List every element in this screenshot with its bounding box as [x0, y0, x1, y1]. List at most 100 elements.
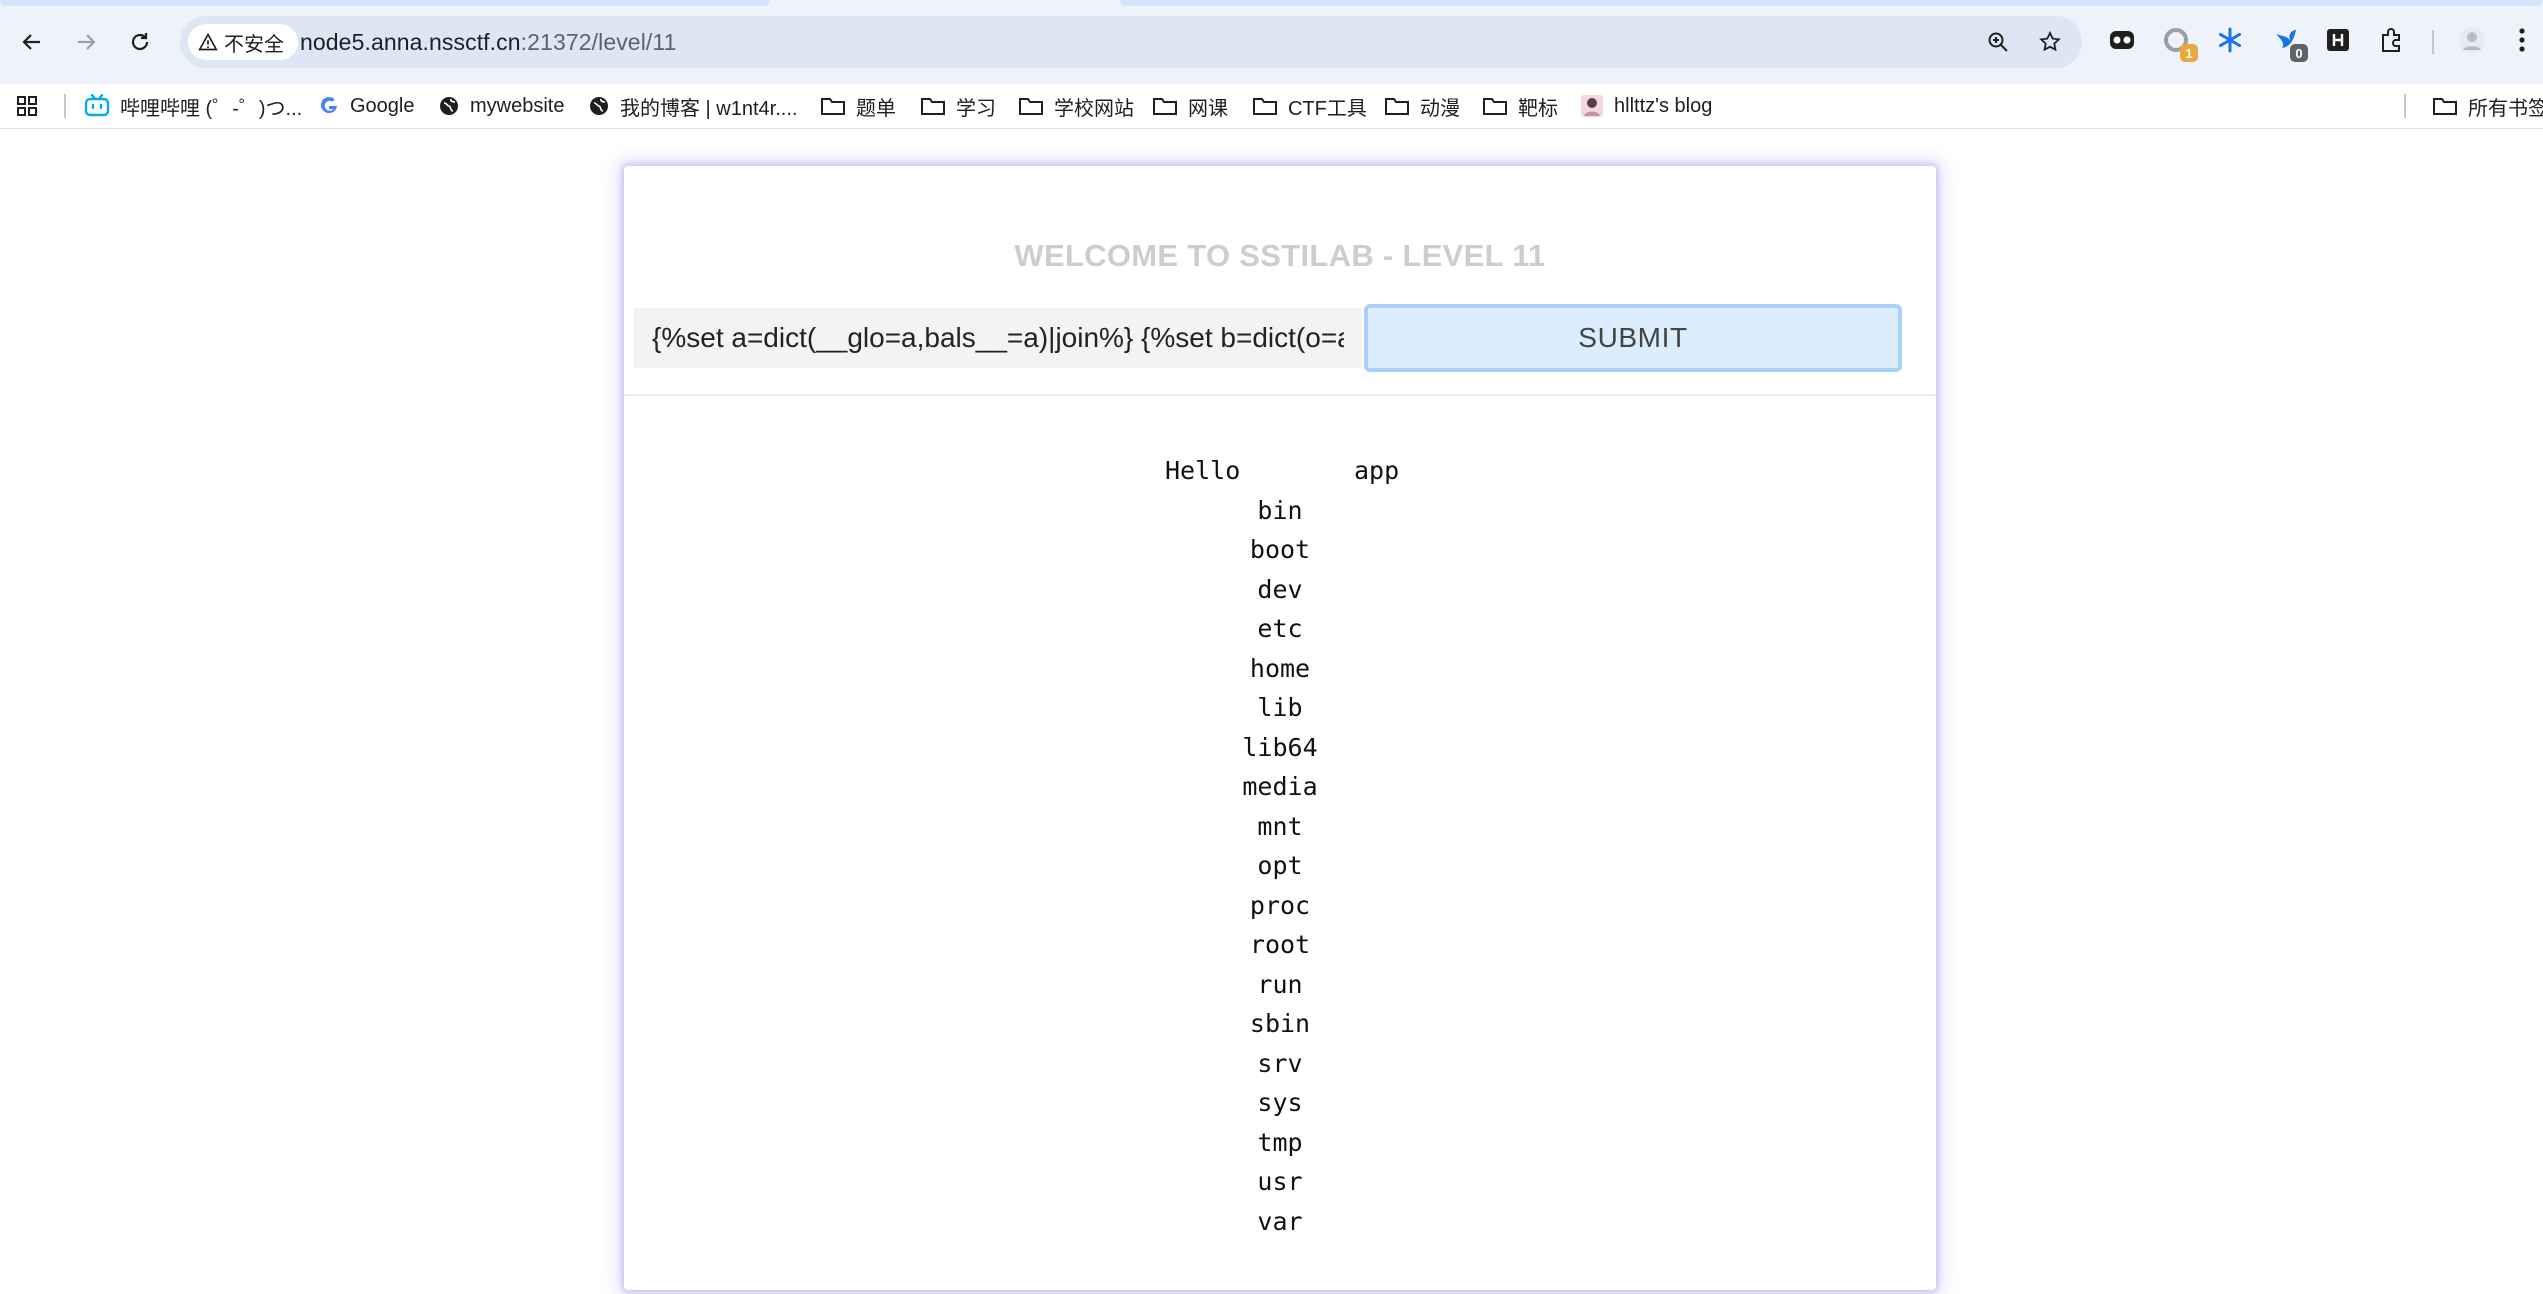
extension-button[interactable] [2322, 24, 2354, 56]
security-chip[interactable]: 不安全 [188, 24, 298, 60]
folder-icon [1253, 98, 1277, 115]
bookmark-folder-xuexi[interactable]: 学习 [920, 84, 996, 128]
bookmark-label: 题单 [856, 97, 896, 120]
extension-badge: 0 [2290, 44, 2308, 62]
output-line: sbin [1249, 1009, 1311, 1038]
bookmark-label: CTF工具 [1288, 97, 1367, 120]
bookmark-label: 学习 [956, 97, 996, 120]
bookmark-label: 动漫 [1420, 97, 1460, 120]
extension-h-icon [2327, 29, 2349, 51]
output-line: etc [1257, 614, 1303, 643]
folder-icon [921, 98, 945, 115]
zoom-icon [1988, 32, 2008, 52]
bookmark-label: Google [350, 94, 415, 117]
all-bookmarks-label: 所有书签 [2468, 97, 2543, 120]
bookmark-label: 学校网站 [1054, 97, 1134, 120]
bookmark-folder-anime[interactable]: 动漫 [1384, 84, 1460, 128]
warning-icon [198, 32, 218, 51]
arrow-right-icon [78, 34, 96, 50]
folder-icon [1385, 98, 1409, 115]
chrome-menu-button[interactable] [2510, 24, 2534, 56]
bookmark-folder-ctf-tools[interactable]: CTF工具 [1252, 84, 1367, 128]
bookmark-label: mywebsite [470, 94, 565, 117]
bookmarks-separator [64, 94, 66, 118]
tab-strip-edge [0, 0, 770, 6]
output-line: mnt [1257, 811, 1303, 841]
extension-button[interactable]: 1 [2160, 24, 2198, 62]
output-line: var [1257, 1206, 1303, 1236]
bilibili-icon [84, 94, 110, 117]
output-line: run [1257, 969, 1303, 999]
toolbar-separator [2432, 30, 2434, 54]
sstilab-card: WELCOME TO SSTILAB - LEVEL 11 SUBMIT Hel… [624, 166, 1936, 1290]
output-line: app [1354, 456, 1400, 485]
globe-icon [440, 97, 458, 115]
output-line: boot [1249, 535, 1311, 564]
output-line: home [1249, 653, 1311, 683]
profile-button[interactable] [2456, 24, 2488, 56]
url-text[interactable]: node5.anna.nssctf.cn:21372/level/11 [300, 16, 676, 68]
folder-icon [1483, 98, 1507, 115]
bookmark-label: 哔哩哔哩 (゜-゜)つ... [120, 97, 303, 120]
all-bookmarks-folder[interactable]: 所有书签 [2432, 84, 2543, 128]
kebab-menu-icon [2519, 28, 2525, 52]
url-host: node5.anna.nssctf.cn [300, 29, 521, 55]
output-line: bin [1257, 495, 1303, 525]
puzzle-icon [2382, 28, 2400, 52]
extension-button[interactable] [2214, 24, 2246, 56]
bookmark-star-button[interactable] [2036, 28, 2064, 56]
output-line: srv [1257, 1048, 1303, 1078]
bookmarks-bar: 哔哩哔哩 (゜-゜)つ... Google mywebsite 我的博客 | w… [0, 84, 2543, 129]
url-path: :21372/level/11 [520, 29, 677, 55]
bookmark-my-blog[interactable]: 我的博客 | w1nt4r.... [588, 84, 797, 128]
bookmark-hllttz-blog[interactable]: hllttz's blog [1580, 84, 1712, 128]
bookmark-bilibili[interactable]: 哔哩哔哩 (゜-゜)つ... [84, 84, 302, 128]
folder-icon [1153, 98, 1177, 115]
arrow-left-icon [22, 34, 40, 50]
back-button[interactable] [12, 22, 52, 62]
forward-button[interactable] [66, 22, 106, 62]
bookmark-label: 网课 [1188, 97, 1228, 120]
folder-icon [1019, 98, 1043, 115]
bookmark-folder-wangke[interactable]: 网课 [1152, 84, 1228, 128]
bookmark-label: 我的博客 | w1nt4r.... [620, 97, 798, 120]
bookmark-folder-school[interactable]: 学校网站 [1018, 84, 1134, 128]
output-line: sys [1257, 1088, 1303, 1117]
output-line: root [1249, 930, 1311, 959]
bookmark-label: 靶标 [1518, 97, 1558, 120]
extension-badge: 1 [2180, 44, 2198, 62]
zoom-button[interactable] [1984, 28, 2012, 56]
payload-input[interactable] [634, 308, 1362, 368]
page-title: WELCOME TO SSTILAB - LEVEL 11 [1014, 238, 1546, 273]
output-line: media [1242, 772, 1318, 801]
browser-toolbar: 不安全 node5.anna.nssctf.cn:21372/level/11 … [0, 0, 2543, 84]
folder-icon [2433, 98, 2457, 115]
divider [624, 394, 1936, 396]
submit-button[interactable]: SUBMIT [1364, 304, 1902, 372]
extension-button[interactable]: 0 [2270, 24, 2308, 62]
address-bar[interactable]: 不安全 node5.anna.nssctf.cn:21372/level/11 [180, 16, 2082, 68]
output-line: lib64 [1242, 732, 1318, 762]
bookmark-google[interactable]: Google [318, 84, 415, 128]
bookmark-folder-tidan[interactable]: 题单 [820, 84, 896, 128]
output-line: tmp [1257, 1127, 1303, 1157]
reload-icon [131, 33, 149, 51]
reload-button[interactable] [120, 22, 160, 62]
apps-button[interactable] [16, 84, 38, 128]
bookmark-folder-target[interactable]: 靶标 [1482, 84, 1558, 128]
extensions-menu-button[interactable] [2376, 24, 2408, 56]
output-line: opt [1257, 851, 1303, 880]
output-line: lib [1257, 693, 1303, 722]
extension-mask-icon [2110, 31, 2134, 49]
google-icon [321, 97, 337, 114]
extension-snowflake-icon [2219, 27, 2241, 53]
apps-grid-icon [17, 96, 37, 116]
avatar-icon [1581, 95, 1603, 117]
folder-icon [821, 98, 845, 115]
output-line: usr [1257, 1167, 1303, 1196]
globe-icon [590, 97, 608, 115]
tab-strip-edge [1120, 0, 2543, 6]
extension-button[interactable] [2106, 24, 2138, 56]
bookmark-mywebsite[interactable]: mywebsite [438, 84, 564, 128]
output-line: proc [1249, 890, 1311, 920]
